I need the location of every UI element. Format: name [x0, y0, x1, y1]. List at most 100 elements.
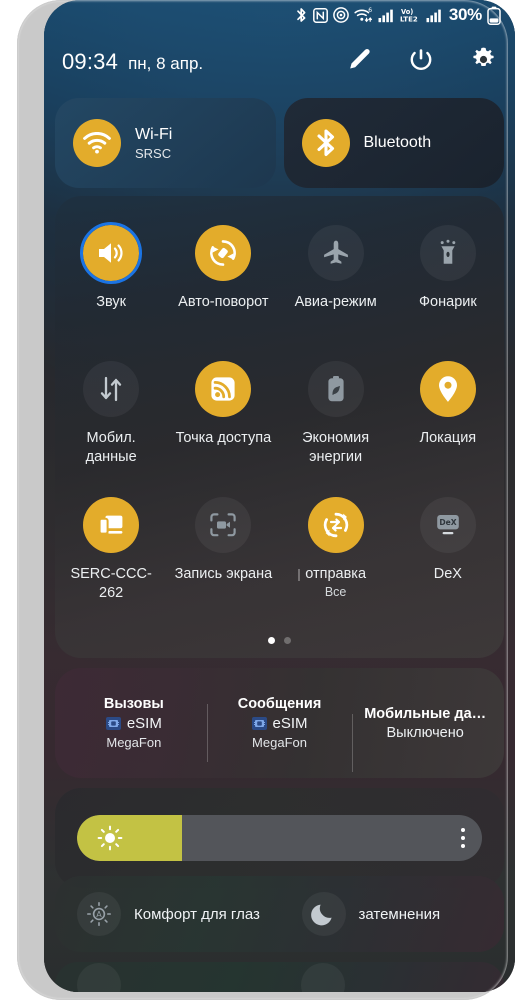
- tile-sound[interactable]: Звук: [55, 214, 167, 344]
- tile-location-icon-wrap: [417, 358, 479, 420]
- phone-frame: 6 Vo) LTE2 30% 09:34 пн, 8 апр. Wi-Fi SR…: [17, 0, 515, 1000]
- dark-mode-label: затемнения: [358, 905, 441, 923]
- nfc-icon: [312, 7, 328, 23]
- tile-flashlight-label: Фонарик: [419, 294, 477, 310]
- tile-power-saving[interactable]: Экономия энергии: [280, 350, 392, 480]
- more-vertical-icon[interactable]: [461, 828, 465, 848]
- svg-text:LTE2: LTE2: [400, 15, 418, 23]
- page-indicator: [55, 637, 504, 644]
- page-dot-2[interactable]: [284, 637, 291, 644]
- wifi-card[interactable]: Wi-Fi SRSC: [55, 98, 276, 188]
- sim-calls[interactable]: Вызовы eSIM MegaFon: [61, 696, 207, 750]
- connectivity-row: Wi-Fi SRSC Bluetooth: [55, 98, 504, 188]
- location-pin-icon: [419, 361, 476, 417]
- tile-nearby-share-sublabel: Все: [324, 585, 347, 599]
- tile-screen-record[interactable]: Запись экрана: [167, 486, 279, 616]
- tile-power-saving-icon-wrap: [305, 358, 367, 420]
- tile-airplane-mode[interactable]: Авиа-режим: [280, 214, 392, 344]
- eye-comfort-panel: A Комфорт для глаз затемнения: [55, 876, 504, 952]
- auto-brightness-icon: A: [77, 892, 121, 936]
- bottom-partial-icon-2[interactable]: [301, 963, 345, 992]
- tile-smart-view-label: SERC-CCC-262: [70, 566, 152, 601]
- bottom-partial-panel: [55, 962, 504, 992]
- phone-screen: 6 Vo) LTE2 30% 09:34 пн, 8 апр. Wi-Fi SR…: [44, 0, 515, 992]
- airplane-icon: [307, 225, 364, 281]
- volte2-icon: Vo) LTE2: [399, 7, 421, 23]
- quick-toggles-panel: Звук Авто-поворот Авиа-режим Фонарик Моб…: [55, 196, 504, 658]
- tile-mobile-data[interactable]: Мобил. данные: [55, 350, 167, 480]
- sim-messages-value-row: eSIM: [251, 715, 308, 732]
- eye-comfort-label: Комфорт для глаз: [134, 905, 260, 923]
- pencil-icon: [346, 47, 372, 78]
- tile-sound-icon-wrap: [80, 222, 143, 284]
- clock-date: пн, 8 апр.: [128, 54, 204, 73]
- sim-mobile-data[interactable]: Мобильные да… Выключено: [352, 706, 498, 772]
- wifi-calling-icon: 6: [354, 7, 373, 23]
- sim-mobile-data-status: Выключено: [386, 724, 464, 741]
- dark-mode-toggle[interactable]: затемнения: [280, 892, 505, 936]
- gear-icon: [470, 46, 497, 78]
- tile-power-saving-label: Экономия энергии: [302, 430, 370, 465]
- flashlight-icon: [419, 225, 476, 281]
- tile-location[interactable]: Локация: [392, 350, 504, 480]
- tile-nearby-share-icon-wrap: [305, 494, 367, 556]
- sim-calls-value-row: eSIM: [105, 715, 162, 732]
- tile-auto-rotate-icon-wrap: [192, 222, 254, 284]
- settings-button[interactable]: [469, 46, 497, 78]
- tile-hotspot[interactable]: Точка доступа: [167, 350, 279, 480]
- esim-chip-icon: [105, 717, 121, 730]
- svg-text:6: 6: [368, 7, 372, 14]
- moon-icon: [301, 892, 346, 936]
- header-actions: [345, 46, 497, 78]
- bottom-partial-icon-1[interactable]: [77, 963, 121, 992]
- tile-smart-view-icon-wrap: [80, 494, 142, 556]
- tile-dex[interactable]: DeX DeX: [392, 486, 504, 616]
- esim-chip-icon: [251, 717, 267, 730]
- brightness-fill: [77, 815, 183, 861]
- svg-text:A: A: [96, 910, 102, 919]
- battery-icon: [487, 6, 501, 25]
- tile-location-label: Локация: [419, 430, 477, 446]
- sun-icon: [97, 825, 123, 851]
- bluetooth-title: Bluetooth: [363, 134, 432, 151]
- sim-messages-carrier: MegaFon: [252, 735, 307, 750]
- bluetooth-text: Bluetooth: [364, 134, 432, 152]
- tile-flashlight[interactable]: Фонарик: [392, 214, 504, 344]
- brightness-panel: [55, 788, 504, 888]
- sim-messages-value: eSIM: [272, 715, 308, 732]
- tile-mobile-data-label: Мобил. данные: [85, 430, 137, 465]
- brightness-slider[interactable]: [77, 815, 482, 861]
- battery-leaf-icon: [307, 361, 364, 417]
- bluetooth-icon: [301, 119, 350, 167]
- signal-bars-2-icon: [426, 8, 442, 23]
- clock-block: 09:34 пн, 8 апр.: [62, 49, 203, 75]
- tile-dex-label: DeX: [433, 566, 462, 582]
- hotspot-icon: [195, 361, 252, 417]
- tile-hotspot-label: Точка доступа: [175, 430, 272, 446]
- edit-button[interactable]: [345, 48, 373, 76]
- tile-smart-view[interactable]: SERC-CCC-262: [55, 486, 167, 616]
- battery-percentage: 30%: [448, 5, 482, 24]
- tile-dex-icon-wrap: DeX: [417, 494, 479, 556]
- wifi-icon: [73, 119, 121, 167]
- power-button[interactable]: [407, 48, 435, 76]
- bluetooth-card[interactable]: Bluetooth: [283, 98, 504, 188]
- clock-time: 09:34: [62, 49, 119, 74]
- page-dot-1[interactable]: [268, 637, 275, 644]
- sim-messages[interactable]: Сообщения eSIM MegaFon: [206, 696, 353, 762]
- tile-auto-rotate[interactable]: Авто-поворот: [167, 214, 279, 344]
- tile-airplane-icon-wrap: [305, 222, 367, 284]
- sim-messages-title: Сообщения: [237, 696, 322, 712]
- data-arrows-icon: [83, 361, 140, 417]
- auto-rotate-icon: [195, 225, 252, 281]
- sim-calls-value: eSIM: [126, 715, 162, 732]
- tile-nearby-share[interactable]: отправка Все: [280, 486, 392, 616]
- screen-record-icon: [195, 497, 252, 553]
- tile-nearby-share-label: отправка: [298, 566, 367, 582]
- tile-airplane-label: Авиа-режим: [294, 294, 377, 310]
- hotspot-icon: [333, 7, 349, 23]
- eye-comfort-shield[interactable]: A Комфорт для глаз: [55, 892, 280, 936]
- tile-flashlight-icon-wrap: [417, 222, 479, 284]
- sim-status-panel: Вызовы eSIM MegaFon Сообщения eSIM MegaF…: [55, 668, 504, 778]
- bluetooth-icon: [295, 7, 308, 24]
